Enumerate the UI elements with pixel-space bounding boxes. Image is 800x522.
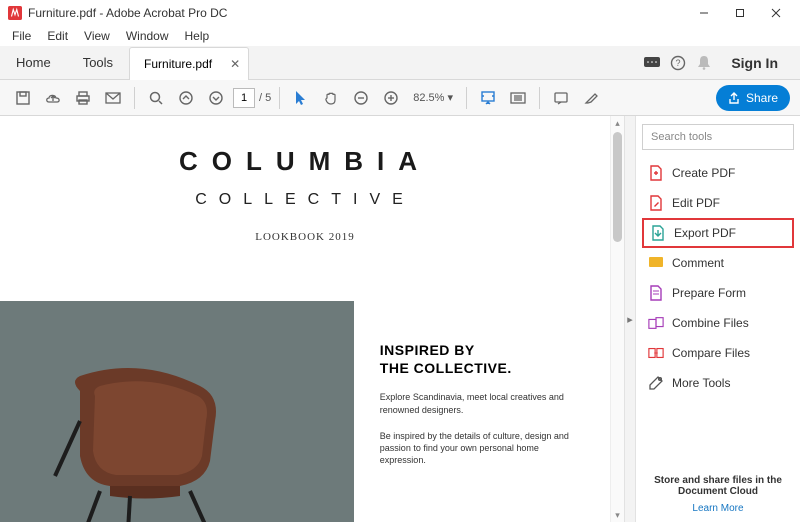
doc-title: COLUMBIA xyxy=(0,146,610,177)
chair-icon xyxy=(40,361,250,522)
menubar: File Edit View Window Help xyxy=(0,26,800,46)
separator xyxy=(279,87,280,109)
page-total: / 5 xyxy=(259,92,271,104)
document-area[interactable]: COLUMBIA COLLECTIVE LOOKBOOK 2019 xyxy=(0,116,624,522)
menu-help[interactable]: Help xyxy=(177,27,218,45)
tool-comment[interactable]: Comment xyxy=(642,248,794,278)
tool-label: Comment xyxy=(672,256,724,270)
doc-tab-label: Furniture.pdf xyxy=(144,57,212,71)
share-icon xyxy=(728,92,740,104)
scroll-up-icon[interactable]: ▴ xyxy=(611,116,624,130)
search-tools-placeholder: Search tools xyxy=(651,131,712,143)
save-icon[interactable] xyxy=(10,85,36,111)
cloud-promo: Store and share files in the Document Cl… xyxy=(642,469,794,514)
create-pdf-icon xyxy=(648,165,664,181)
doc-para-1: Explore Scandinavia, meet local creative… xyxy=(380,391,570,415)
doc-heading-1: INSPIRED BY xyxy=(380,341,582,359)
next-page-icon[interactable] xyxy=(203,85,229,111)
comment-icon xyxy=(648,255,664,271)
help-icon[interactable]: ? xyxy=(665,50,691,76)
zoom-out-icon[interactable] xyxy=(348,85,374,111)
separator xyxy=(134,87,135,109)
tool-more-tools[interactable]: More Tools xyxy=(642,368,794,398)
highlight-icon[interactable] xyxy=(578,85,604,111)
menu-edit[interactable]: Edit xyxy=(39,27,76,45)
cloud-icon[interactable] xyxy=(40,85,66,111)
close-button[interactable] xyxy=(758,0,794,26)
content: COLUMBIA COLLECTIVE LOOKBOOK 2019 xyxy=(0,116,800,522)
scrollbar[interactable]: ▴ ▾ xyxy=(610,116,624,522)
window-title: Furniture.pdf - Adobe Acrobat Pro DC xyxy=(28,6,227,20)
doc-lookbook: LOOKBOOK 2019 xyxy=(0,231,610,243)
minimize-button[interactable] xyxy=(686,0,722,26)
separator xyxy=(539,87,540,109)
page-indicator: / 5 xyxy=(233,88,271,108)
fit-width-icon[interactable] xyxy=(475,85,501,111)
cloud-promo-text: Store and share files in the Document Cl… xyxy=(648,475,788,497)
tool-create-pdf[interactable]: Create PDF xyxy=(642,158,794,188)
tool-label: Edit PDF xyxy=(672,196,720,210)
maximize-button[interactable] xyxy=(722,0,758,26)
doc-image xyxy=(0,301,354,522)
tool-prepare-form[interactable]: Prepare Form xyxy=(642,278,794,308)
fit-page-icon[interactable] xyxy=(505,85,531,111)
tab-tools[interactable]: Tools xyxy=(67,46,129,80)
tools-sidebar: Search tools Create PDF Edit PDF Export … xyxy=(636,116,800,522)
doc-subtitle: COLLECTIVE xyxy=(0,191,610,209)
tab-home[interactable]: Home xyxy=(0,46,67,80)
tool-label: Combine Files xyxy=(672,316,749,330)
menu-window[interactable]: Window xyxy=(118,27,177,45)
doc-para-2: Be inspired by the details of culture, d… xyxy=(380,430,570,466)
share-button[interactable]: Share xyxy=(716,85,790,111)
chat-icon[interactable] xyxy=(639,50,665,76)
page-input[interactable] xyxy=(233,88,255,108)
tool-label: Export PDF xyxy=(674,226,736,240)
share-label: Share xyxy=(746,91,778,105)
scroll-down-icon[interactable]: ▾ xyxy=(611,508,624,522)
scroll-thumb[interactable] xyxy=(613,132,622,242)
menu-file[interactable]: File xyxy=(4,27,39,45)
tool-label: More Tools xyxy=(672,376,730,390)
doc-tab[interactable]: Furniture.pdf ✕ xyxy=(129,47,249,81)
tool-label: Compare Files xyxy=(672,346,750,360)
tool-combine-files[interactable]: Combine Files xyxy=(642,308,794,338)
search-tools-input[interactable]: Search tools xyxy=(642,124,794,150)
doc-heading-2: THE COLLECTIVE. xyxy=(380,359,582,377)
combine-files-icon xyxy=(648,315,664,331)
appbar: Home Tools Furniture.pdf ✕ ? Sign In xyxy=(0,46,800,80)
hand-tool-icon[interactable] xyxy=(318,85,344,111)
search-icon[interactable] xyxy=(143,85,169,111)
tool-label: Prepare Form xyxy=(672,286,746,300)
app-icon xyxy=(8,6,22,20)
zoom-dropdown[interactable]: 82.5% ▾ xyxy=(408,88,458,107)
separator xyxy=(466,87,467,109)
document-page: COLUMBIA COLLECTIVE LOOKBOOK 2019 xyxy=(0,116,610,522)
bell-icon[interactable] xyxy=(691,50,717,76)
prev-page-icon[interactable] xyxy=(173,85,199,111)
chevron-down-icon: ▾ xyxy=(447,91,453,104)
learn-more-link[interactable]: Learn More xyxy=(648,503,788,514)
print-icon[interactable] xyxy=(70,85,96,111)
export-pdf-icon xyxy=(650,225,666,241)
sign-in-button[interactable]: Sign In xyxy=(717,55,792,71)
tool-label: Create PDF xyxy=(672,166,735,180)
zoom-value: 82.5% xyxy=(413,92,444,104)
toolbar: / 5 82.5% ▾ Share xyxy=(0,80,800,116)
doc-tab-close-icon[interactable]: ✕ xyxy=(230,57,240,71)
tool-compare-files[interactable]: Compare Files xyxy=(642,338,794,368)
more-tools-icon xyxy=(648,375,664,391)
collapse-panel-button[interactable]: ▸ xyxy=(624,116,636,522)
mail-icon[interactable] xyxy=(100,85,126,111)
compare-files-icon xyxy=(648,345,664,361)
titlebar: Furniture.pdf - Adobe Acrobat Pro DC xyxy=(0,0,800,26)
zoom-in-icon[interactable] xyxy=(378,85,404,111)
menu-view[interactable]: View xyxy=(76,27,118,45)
svg-text:?: ? xyxy=(676,58,681,68)
edit-pdf-icon xyxy=(648,195,664,211)
note-icon[interactable] xyxy=(548,85,574,111)
tool-edit-pdf[interactable]: Edit PDF xyxy=(642,188,794,218)
select-tool-icon[interactable] xyxy=(288,85,314,111)
prepare-form-icon xyxy=(648,285,664,301)
tool-export-pdf[interactable]: Export PDF xyxy=(642,218,794,248)
